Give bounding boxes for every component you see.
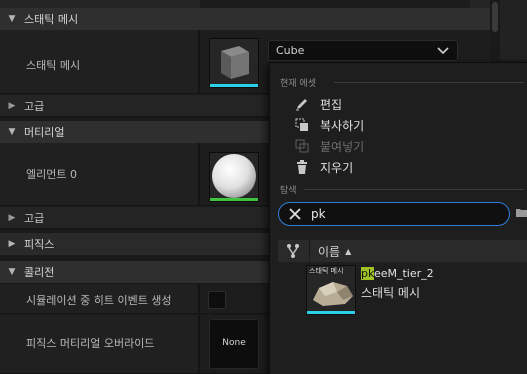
static-mesh-value: Cube xyxy=(276,44,305,57)
cube-mesh-icon xyxy=(221,46,249,79)
search-highlight: pk xyxy=(361,267,374,280)
menu-item-label: 복사하기 xyxy=(320,118,365,133)
phys-material-label: 피직스 머티리얼 오버라이드 xyxy=(26,337,155,350)
copy-icon xyxy=(292,117,312,133)
thumbnail-caption: 스태틱 메시 xyxy=(309,267,344,275)
current-asset-header: 현재 에셋 xyxy=(280,79,316,89)
column-name-label: 이름 xyxy=(318,244,341,259)
asset-search-input[interactable]: pk xyxy=(278,202,510,226)
sort-ascending-icon: ▲ xyxy=(345,246,352,256)
phys-material-value: None xyxy=(222,338,246,348)
expand-arrow-icon: ▼ xyxy=(8,127,16,137)
menu-copy[interactable]: 복사하기 xyxy=(292,115,364,135)
expand-arrow-icon: ▶ xyxy=(8,100,16,111)
phys-material-thumbnail[interactable]: None xyxy=(209,319,259,369)
category-title: 피직스 xyxy=(24,238,55,251)
sphere-material-icon xyxy=(212,154,256,198)
asset-list-header: 이름 ▲ xyxy=(278,240,527,262)
asset-name-rest: eeM_tier_2 xyxy=(373,267,434,280)
trash-icon xyxy=(292,159,312,175)
simulation-hit-checkbox[interactable] xyxy=(208,291,226,309)
expand-arrow-icon: ▼ xyxy=(8,14,16,24)
menu-item-label: 붙여넣기 xyxy=(320,139,365,154)
column-name-header[interactable]: 이름 ▲ xyxy=(309,240,351,262)
material-thumbnail[interactable] xyxy=(209,152,259,202)
menu-paste[interactable]: 붙여넣기 xyxy=(292,136,364,156)
expand-arrow-icon: ▶ xyxy=(8,212,16,223)
clear-search-icon[interactable] xyxy=(288,207,302,224)
expand-arrow-icon: ▼ xyxy=(8,267,16,277)
category-static-mesh[interactable]: ▼ 스태틱 메시 xyxy=(0,8,490,30)
right-edge-panel xyxy=(500,0,527,60)
advanced-label: 고급 xyxy=(24,211,45,225)
asset-name: pkeeM_tier_2 xyxy=(361,267,434,280)
asset-picker-popup: 현재 에셋 편집 복사하기 붙여넣기 지우기 탐색 pk 이름 ▲ 스태틱 메시… xyxy=(269,62,527,374)
static-mesh-thumbnail[interactable] xyxy=(209,38,259,88)
view-options-icon[interactable] xyxy=(286,243,300,262)
menu-item-label: 편집 xyxy=(320,97,343,112)
browse-header: 탐색 xyxy=(280,186,297,196)
chevron-down-icon xyxy=(437,43,449,60)
category-title: 스태틱 메시 xyxy=(24,13,79,26)
menu-edit[interactable]: 편집 xyxy=(292,94,342,114)
material-element-label: 엘리먼트 0 xyxy=(26,168,77,181)
asset-thumbnail: 스태틱 메시 xyxy=(306,265,356,315)
asset-type: 스태틱 메시 xyxy=(361,286,421,300)
paste-icon xyxy=(292,138,312,154)
menu-item-label: 지우기 xyxy=(320,160,354,175)
static-mesh-combo[interactable]: Cube xyxy=(268,40,458,61)
menu-delete[interactable]: 지우기 xyxy=(292,157,353,177)
search-value: pk xyxy=(311,207,326,221)
advanced-label: 고급 xyxy=(24,99,45,113)
folder-icon[interactable] xyxy=(516,206,527,223)
static-mesh-label: 스태틱 메시 xyxy=(26,59,81,72)
category-title: 머티리얼 xyxy=(24,126,65,139)
collapse-arrow-icon: ▶ xyxy=(8,239,16,249)
category-title: 콜리전 xyxy=(24,266,55,279)
asset-list-item[interactable]: 스태틱 메시 pkeeM_tier_2 스태틱 메시 xyxy=(278,263,527,319)
pencil-icon xyxy=(292,96,312,112)
top-strip xyxy=(0,0,490,8)
simulation-hit-label: 시뮬레이션 중 히트 이벤트 생성 xyxy=(26,294,172,307)
